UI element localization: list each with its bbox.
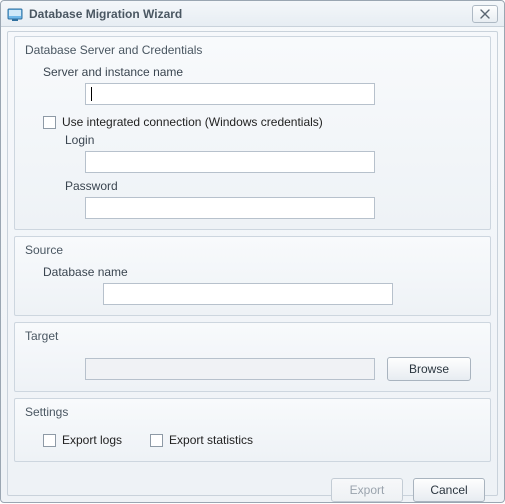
login-input[interactable] [85, 151, 375, 173]
database-name-input[interactable] [103, 283, 393, 305]
app-icon [7, 6, 23, 22]
group-settings: Settings Export logs Export statistics [14, 398, 491, 462]
text-caret [91, 87, 92, 101]
group-source: Source Database name [14, 236, 491, 316]
cancel-button[interactable]: Cancel [413, 478, 485, 502]
group-credentials: Database Server and Credentials Server a… [14, 36, 491, 230]
group-credentials-title: Database Server and Credentials [25, 41, 480, 63]
export-logs-label: Export logs [62, 433, 122, 447]
export-logs-checkbox[interactable] [43, 434, 56, 447]
target-path-input[interactable] [85, 358, 375, 380]
export-statistics-checkbox[interactable] [150, 434, 163, 447]
client-area: Database Server and Credentials Server a… [7, 31, 498, 496]
group-source-title: Source [25, 241, 480, 263]
browse-button[interactable]: Browse [387, 357, 471, 381]
close-button[interactable] [472, 5, 498, 23]
group-target: Target Browse [14, 322, 491, 392]
integrated-connection-checkbox[interactable] [43, 116, 56, 129]
group-settings-title: Settings [25, 403, 480, 425]
password-input[interactable] [85, 197, 375, 219]
integrated-connection-label: Use integrated connection (Windows crede… [62, 115, 323, 129]
server-name-input[interactable] [85, 83, 375, 105]
dialog-button-bar: Export Cancel [14, 468, 491, 504]
export-button[interactable]: Export [331, 478, 403, 502]
server-name-label: Server and instance name [43, 65, 480, 79]
login-label: Login [65, 133, 133, 147]
password-label: Password [65, 179, 480, 193]
window-title: Database Migration Wizard [29, 7, 472, 21]
group-target-title: Target [25, 327, 480, 349]
database-name-label: Database name [43, 265, 480, 279]
dialog-window: Database Migration Wizard Database Serve… [0, 0, 505, 503]
export-statistics-label: Export statistics [169, 433, 253, 447]
titlebar[interactable]: Database Migration Wizard [1, 1, 504, 27]
